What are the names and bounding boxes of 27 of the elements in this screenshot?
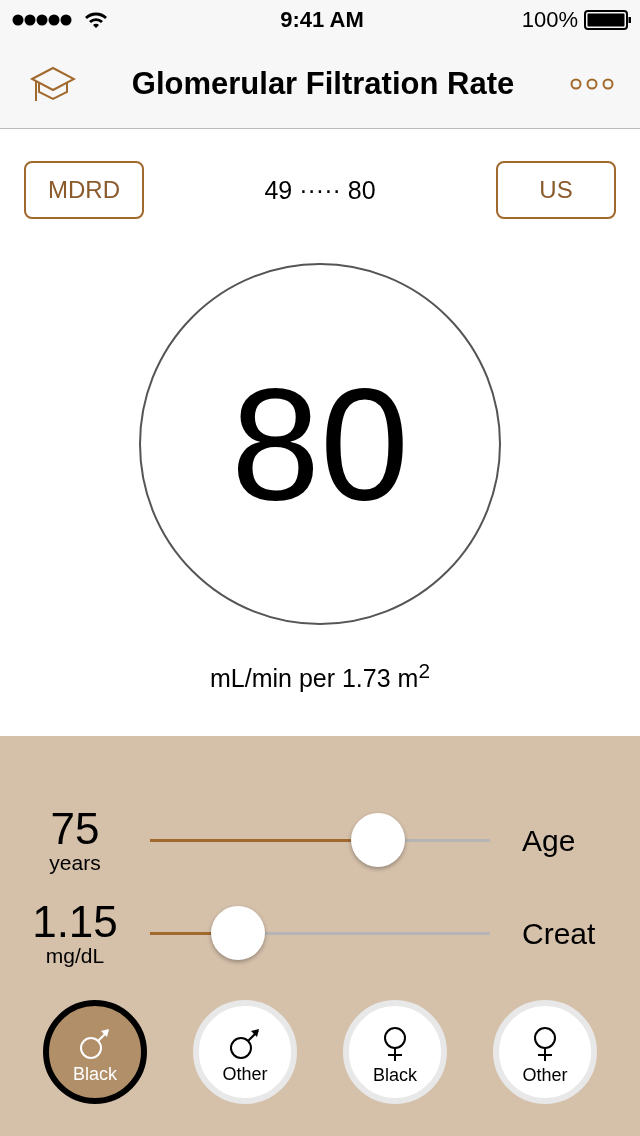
units-button[interactable]: US [496,161,616,219]
group-button[interactable]: Other [493,1000,597,1104]
group-button[interactable]: Black [343,1000,447,1104]
more-icon[interactable] [570,78,614,90]
result-range: 49 ····· 80 [264,175,376,205]
female-symbol-icon [383,1026,407,1061]
group-button[interactable]: Other [193,1000,297,1104]
result-unit: mL/min per 1.73 m$^{2}$ [210,659,430,694]
wifi-icon [84,12,108,28]
battery-percent: 100% [521,7,578,33]
female-symbol-icon [533,1026,557,1061]
slider-value: 1.15 [32,899,118,944]
male-symbol-icon [80,1027,110,1060]
slider-label: Creat [522,916,596,951]
slider-label: Age [522,823,576,858]
slider-thumb[interactable] [211,905,266,960]
result-value: 80 [231,364,409,524]
slider-thumb[interactable] [350,812,405,867]
male-symbol-icon [230,1027,260,1060]
graduation-cap-icon[interactable] [30,66,76,102]
battery-icon [584,10,632,30]
slider-value: 75 [50,806,100,851]
status-time: 9:41 AM [280,7,364,33]
slider-unit: years [49,850,101,875]
formula-button[interactable]: MDRD [24,161,144,219]
screen-title: Glomerular Filtration Rate [131,66,515,102]
slider-unit: mg/dL [45,943,105,968]
